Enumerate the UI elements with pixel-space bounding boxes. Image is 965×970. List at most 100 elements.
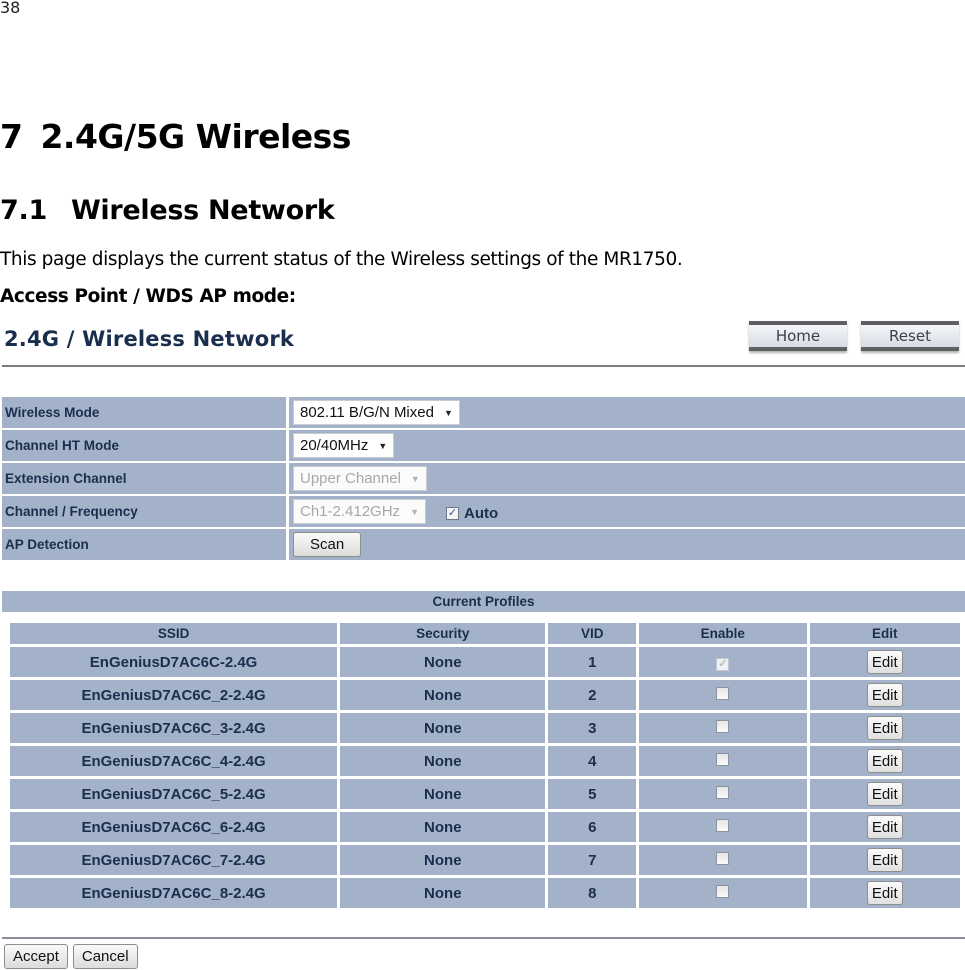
section-title: Wireless Network	[70, 195, 335, 226]
column-header-vid: VID	[545, 620, 640, 647]
profile-edit-button[interactable]: Edit	[866, 848, 903, 872]
channel-frequency-label: Channel / Frequency	[2, 496, 289, 527]
checkmark-icon: ✓	[447, 507, 458, 519]
column-header-edit: Edit	[806, 620, 964, 647]
profile-row: EnGeniusD7AC6C_6-2.4G None 6 Edit	[6, 809, 964, 845]
chevron-down-icon: ▼	[410, 506, 419, 517]
wireless-settings-form: Wireless Mode 802.11 B/G/N Mixed ▼ Chann…	[2, 397, 965, 562]
profile-edit-cell: Edit	[806, 776, 964, 812]
profile-security: None	[337, 710, 549, 746]
profile-ssid: EnGeniusD7AC6C_8-2.4G	[6, 875, 341, 911]
profile-ssid: EnGeniusD7AC6C_5-2.4G	[6, 776, 341, 812]
form-actions: Accept Cancel	[4, 944, 138, 969]
profile-security: None	[337, 677, 549, 713]
profile-vid: 8	[545, 875, 640, 911]
profile-vid: 7	[545, 842, 640, 878]
profile-ssid: EnGeniusD7AC6C-2.4G	[6, 644, 341, 680]
home-button[interactable]: Home	[749, 321, 847, 351]
profile-edit-button[interactable]: Edit	[866, 650, 903, 674]
profile-enable-checkbox[interactable]	[716, 686, 730, 700]
channel-ht-mode-label: Channel HT Mode	[2, 430, 289, 461]
profile-edit-cell: Edit	[806, 842, 964, 878]
scan-button[interactable]: Scan	[293, 532, 362, 557]
wireless-mode-label: Wireless Mode	[2, 397, 289, 428]
profile-enable-checkbox[interactable]	[716, 719, 730, 733]
checkmark-icon: ✓	[718, 657, 728, 670]
profile-enable-cell	[636, 875, 810, 911]
profile-enable-cell	[636, 710, 810, 746]
setting-row-wireless-mode: Wireless Mode 802.11 B/G/N Mixed ▼	[2, 397, 965, 430]
profile-vid: 5	[545, 776, 640, 812]
setting-row-channel-ht-mode: Channel HT Mode 20/40MHz ▼	[2, 430, 965, 463]
profile-enable-cell	[636, 809, 810, 845]
accept-button[interactable]: Accept	[4, 944, 68, 969]
profile-row: EnGeniusD7AC6C_5-2.4G None 5 Edit	[6, 776, 964, 812]
ui-page-title: 2.4G / Wireless Network	[4, 327, 295, 351]
profile-security: None	[337, 842, 549, 878]
profile-enable-cell	[636, 743, 810, 779]
wireless-network-screenshot: 2.4G / Wireless Network Home Reset Wirel…	[0, 318, 965, 970]
profile-enable-cell	[636, 842, 810, 878]
profile-enable-cell	[636, 677, 810, 713]
current-profiles-section: Current Profiles SSID Security VID Enabl…	[2, 591, 965, 911]
profile-edit-cell: Edit	[806, 809, 964, 845]
setting-row-ap-detection: AP Detection Scan	[2, 529, 965, 562]
profile-edit-button[interactable]: Edit	[866, 815, 903, 839]
profile-security: None	[337, 743, 549, 779]
profile-enable-checkbox[interactable]	[716, 818, 730, 832]
chevron-down-icon: ▼	[378, 440, 388, 451]
chapter-number: 7	[0, 117, 23, 156]
column-header-ssid: SSID	[6, 620, 341, 647]
profile-ssid: EnGeniusD7AC6C_3-2.4G	[6, 710, 341, 746]
section-heading: 7.1 Wireless Network	[0, 195, 335, 226]
bottom-divider	[2, 937, 965, 939]
profile-vid: 6	[545, 809, 640, 845]
extension-channel-label: Extension Channel	[2, 463, 289, 494]
profile-vid: 3	[545, 710, 640, 746]
profile-edit-button[interactable]: Edit	[866, 782, 903, 806]
wireless-mode-select[interactable]: 802.11 B/G/N Mixed ▼	[293, 400, 460, 425]
profile-edit-button[interactable]: Edit	[866, 683, 903, 707]
setting-row-channel-frequency: Channel / Frequency Ch1-2.412GHz ▼ ✓ Aut…	[2, 496, 965, 529]
chapter-title: 2.4G/5G Wireless	[40, 117, 351, 156]
profile-security: None	[337, 776, 549, 812]
section-number: 7.1	[0, 195, 47, 226]
profile-edit-button[interactable]: Edit	[866, 749, 903, 773]
column-header-security: Security	[337, 620, 549, 647]
profile-edit-cell: Edit	[806, 875, 964, 911]
profile-edit-cell: Edit	[806, 710, 964, 746]
section-description: This page displays the current status of…	[0, 249, 683, 270]
wireless-mode-value: 802.11 B/G/N Mixed	[300, 404, 434, 421]
profile-enable-checkbox[interactable]	[716, 884, 730, 898]
profile-ssid: EnGeniusD7AC6C_7-2.4G	[6, 842, 341, 878]
auto-channel-label: Auto	[463, 505, 499, 522]
profile-enable-checkbox[interactable]	[716, 785, 730, 799]
auto-channel-checkbox[interactable]: ✓	[445, 507, 459, 520]
column-header-enable: Enable	[636, 620, 810, 647]
chevron-down-icon: ▼	[410, 473, 420, 484]
profile-enable-cell	[636, 776, 810, 812]
profile-edit-button[interactable]: Edit	[866, 716, 903, 740]
profile-row: EnGeniusD7AC6C_8-2.4G None 8 Edit	[6, 875, 964, 911]
cancel-button[interactable]: Cancel	[72, 944, 138, 969]
profile-row: EnGeniusD7AC6C_7-2.4G None 7 Edit	[6, 842, 964, 878]
profile-edit-button[interactable]: Edit	[866, 881, 903, 905]
chapter-heading: 7 2.4G/5G Wireless	[0, 117, 351, 156]
extension-channel-select[interactable]: Upper Channel ▼	[293, 466, 427, 491]
profile-enable-checkbox[interactable]	[716, 752, 730, 766]
profile-security: None	[337, 875, 549, 911]
channel-ht-mode-value: 20/40MHz	[300, 437, 369, 454]
profile-ssid: EnGeniusD7AC6C_4-2.4G	[6, 743, 341, 779]
ap-detection-label: AP Detection	[2, 529, 289, 560]
title-divider	[2, 365, 965, 367]
channel-ht-mode-select[interactable]: 20/40MHz ▼	[293, 433, 395, 458]
channel-frequency-select[interactable]: Ch1-2.412GHz ▼	[293, 499, 426, 524]
profile-row: EnGeniusD7AC6C_2-2.4G None 2 Edit	[6, 677, 964, 713]
reset-button[interactable]: Reset	[861, 321, 959, 351]
profile-enable-checkbox[interactable]	[716, 851, 730, 865]
profile-security: None	[337, 644, 549, 680]
profiles-table: SSID Security VID Enable Edit EnGeniusD7…	[6, 620, 964, 911]
profile-enable-checkbox[interactable]: ✓	[716, 657, 730, 671]
profile-security: None	[337, 809, 549, 845]
profile-vid: 4	[545, 743, 640, 779]
